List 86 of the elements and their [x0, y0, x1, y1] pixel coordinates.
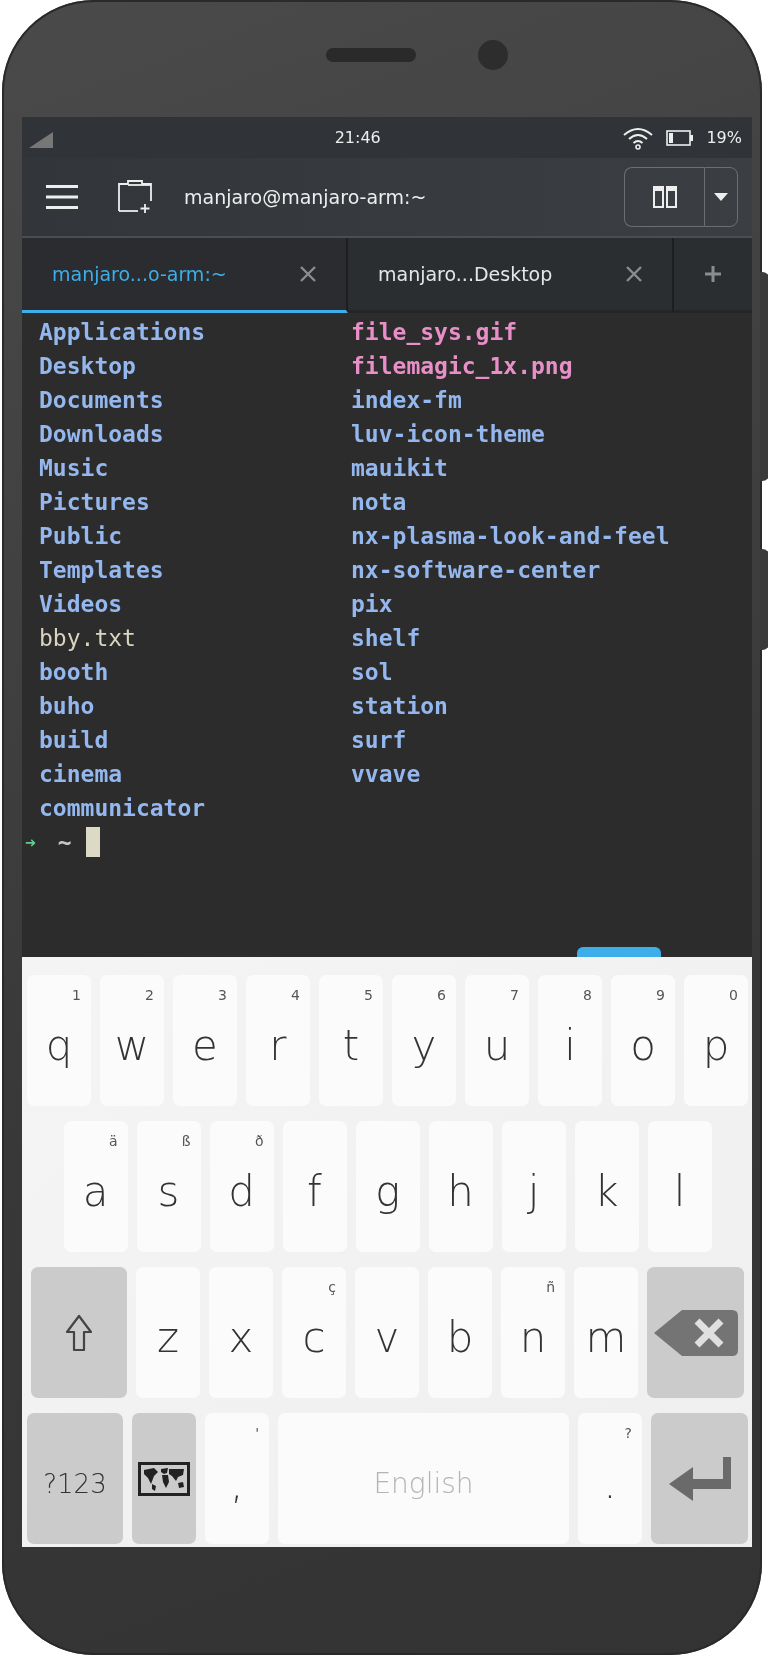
keyboard-key[interactable]: 5 t	[319, 975, 383, 1106]
keyboard-key[interactable]: 7 u	[465, 975, 529, 1106]
file-name: Videos	[39, 590, 123, 619]
file-name: luv-icon-theme	[351, 420, 545, 449]
prompt-arrow: ➜	[25, 831, 36, 853]
file-name: surf	[351, 726, 407, 755]
language-key[interactable]	[132, 1413, 196, 1544]
keyboard-key[interactable]: f	[282, 1121, 347, 1252]
file-name: build	[39, 726, 109, 755]
backspace-key[interactable]	[647, 1267, 744, 1398]
close-icon[interactable]	[626, 266, 642, 282]
file-name: sol	[351, 658, 393, 687]
keyboard-key[interactable]: h	[428, 1121, 493, 1252]
keyboard-key[interactable]: ß s	[136, 1121, 201, 1252]
clock-text: 21:46	[333, 128, 382, 147]
file-name: cinema	[39, 760, 123, 789]
file-name: station	[351, 692, 448, 721]
keyboard-key[interactable]: 1 q	[27, 975, 91, 1106]
world-map-icon	[138, 1461, 190, 1496]
file-name: mauikit	[351, 454, 448, 483]
file-name: Templates	[39, 556, 164, 585]
split-view-button[interactable]	[624, 167, 704, 227]
keyboard-key[interactable]: ' ,	[205, 1413, 269, 1544]
keyboard-key[interactable]: b	[428, 1267, 492, 1398]
file-name: communicator	[39, 794, 206, 823]
file-name: Applications	[39, 318, 206, 347]
keyboard-key[interactable]: ? .	[578, 1413, 642, 1544]
keyboard-key[interactable]: z	[136, 1267, 200, 1398]
keyboard-key[interactable]: v	[355, 1267, 419, 1398]
keyboard-key[interactable]: j	[501, 1121, 566, 1252]
file-name: Downloads	[39, 420, 164, 449]
keyboard-key[interactable]: 8 i	[538, 975, 602, 1106]
file-name: vvave	[351, 760, 421, 789]
wifi-icon	[622, 125, 655, 150]
file-name: nx-software-center	[351, 556, 601, 585]
dropdown-button[interactable]	[704, 167, 738, 227]
file-name: filemagic_1x.png	[351, 352, 573, 381]
menu-icon	[46, 184, 78, 210]
file-name: booth	[39, 658, 109, 687]
window-title: manjaro@manjaro-arm:~	[184, 186, 428, 208]
up-arrow-icon	[65, 1313, 93, 1352]
keyboard-handle[interactable]	[577, 947, 661, 957]
keyboard-key[interactable]: k	[574, 1121, 639, 1252]
signal-icon	[29, 131, 53, 148]
keyboard-key[interactable]: ð d	[209, 1121, 274, 1252]
split-view-icon	[652, 186, 677, 208]
keyboard-key[interactable]: ä a	[63, 1121, 128, 1252]
tab[interactable]: manjaro...o-arm:~	[22, 238, 348, 313]
file-name: shelf	[351, 624, 421, 653]
tab[interactable]: manjaro...Desktop	[348, 238, 674, 313]
file-name: buho	[39, 692, 95, 721]
prompt-path: ~	[57, 829, 72, 855]
backspace-icon	[653, 1307, 738, 1358]
file-name: pix	[351, 590, 393, 619]
file-name: Desktop	[39, 352, 136, 381]
file-name: Music	[39, 454, 109, 483]
keyboard-key[interactable]: g	[355, 1121, 420, 1252]
file-name: Public	[39, 522, 123, 551]
battery-percent: 19%	[706, 128, 742, 147]
new-folder-icon	[118, 180, 152, 214]
battery-icon	[666, 129, 695, 146]
keyboard-key[interactable]: ñ n	[501, 1267, 565, 1398]
camera-lens	[478, 39, 508, 70]
caret-icon	[714, 193, 728, 201]
enter-key[interactable]	[651, 1413, 748, 1544]
file-name: Documents	[39, 386, 164, 415]
keyboard-key[interactable]: ç c	[282, 1267, 346, 1398]
symbols-key[interactable]: ?123	[27, 1413, 123, 1544]
keyboard-key[interactable]: 0 p	[684, 975, 748, 1106]
keyboard-key[interactable]: m	[574, 1267, 638, 1398]
file-name: index-fm	[351, 386, 462, 415]
plus-icon	[705, 266, 721, 282]
keyboard-key[interactable]: l	[647, 1121, 712, 1252]
close-icon[interactable]	[300, 266, 316, 282]
keyboard-key[interactable]: 2 w	[100, 975, 164, 1106]
file-name: nx-plasma-look-and-feel	[351, 522, 670, 551]
file-name: Pictures	[39, 488, 150, 517]
keyboard-key[interactable]: 6 y	[392, 975, 456, 1106]
keyboard-key[interactable]: 9 o	[611, 975, 675, 1106]
text-cursor	[85, 827, 100, 857]
file-name: bby.txt	[39, 624, 136, 653]
keyboard-key[interactable]: 4 r	[246, 975, 310, 1106]
file-name: nota	[351, 488, 407, 517]
file-name: file_sys.gif	[351, 318, 518, 347]
keyboard-key[interactable]: 3 e	[173, 975, 237, 1106]
keyboard-key[interactable]: x	[209, 1267, 273, 1398]
